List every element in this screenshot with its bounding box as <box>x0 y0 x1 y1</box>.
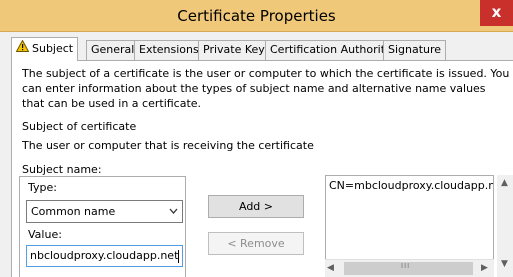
tab-private-key[interactable]: Private Key <box>198 40 270 60</box>
list-item[interactable]: CN=mbcloudproxy.cloudapp.n <box>329 179 493 192</box>
value-input[interactable]: nbcloudproxy.cloudapp.net <box>26 245 183 267</box>
arrow-down-icon[interactable]: ▼ <box>501 259 508 269</box>
tab-private-key-label: Private Key <box>203 43 265 56</box>
warning-icon <box>15 38 30 60</box>
tab-subject[interactable]: Subject <box>11 37 79 61</box>
type-select[interactable]: Common name <box>26 200 183 223</box>
chevron-down-icon <box>169 201 178 229</box>
scroll-grip: III <box>401 262 411 270</box>
section-title: Subject of certificate <box>22 120 137 133</box>
tab-general[interactable]: General <box>86 40 140 60</box>
tab-subject-label: Subject <box>32 42 74 55</box>
arrow-up-icon[interactable]: ▲ <box>501 178 508 188</box>
remove-button[interactable]: < Remove <box>208 232 304 255</box>
window-title: Certificate Properties <box>177 7 336 25</box>
add-button[interactable]: Add > <box>208 195 304 218</box>
arrow-left-icon[interactable]: ◀ <box>327 263 334 273</box>
horizontal-scrollbar[interactable]: ◀ III ▶ <box>325 259 494 277</box>
text-caret <box>178 249 180 263</box>
subject-description: The subject of a certificate is the user… <box>22 67 510 110</box>
type-select-value: Common name <box>31 205 116 218</box>
subject-name-label: Subject name: <box>22 163 102 176</box>
arrow-right-icon[interactable]: ▶ <box>481 263 488 273</box>
tab-signature[interactable]: Signature <box>383 40 447 60</box>
value-input-text: nbcloudproxy.cloudapp.net <box>30 249 179 262</box>
close-icon: x <box>491 3 502 21</box>
value-label: Value: <box>28 228 62 241</box>
tab-signature-label: Signature <box>388 43 442 56</box>
tab-extensions-label: Extensions <box>139 43 199 56</box>
tab-extensions[interactable]: Extensions <box>134 40 204 60</box>
vertical-scrollbar[interactable]: ▲ ▼ <box>497 175 513 277</box>
close-button[interactable]: x <box>480 0 513 26</box>
tab-general-label: General <box>91 43 135 56</box>
type-label: Type: <box>28 181 57 194</box>
tab-certification-authority[interactable]: Certification Authority <box>265 40 397 60</box>
tab-certification-authority-label: Certification Authority <box>270 43 392 56</box>
section-subtitle: The user or computer that is receiving t… <box>22 139 314 152</box>
